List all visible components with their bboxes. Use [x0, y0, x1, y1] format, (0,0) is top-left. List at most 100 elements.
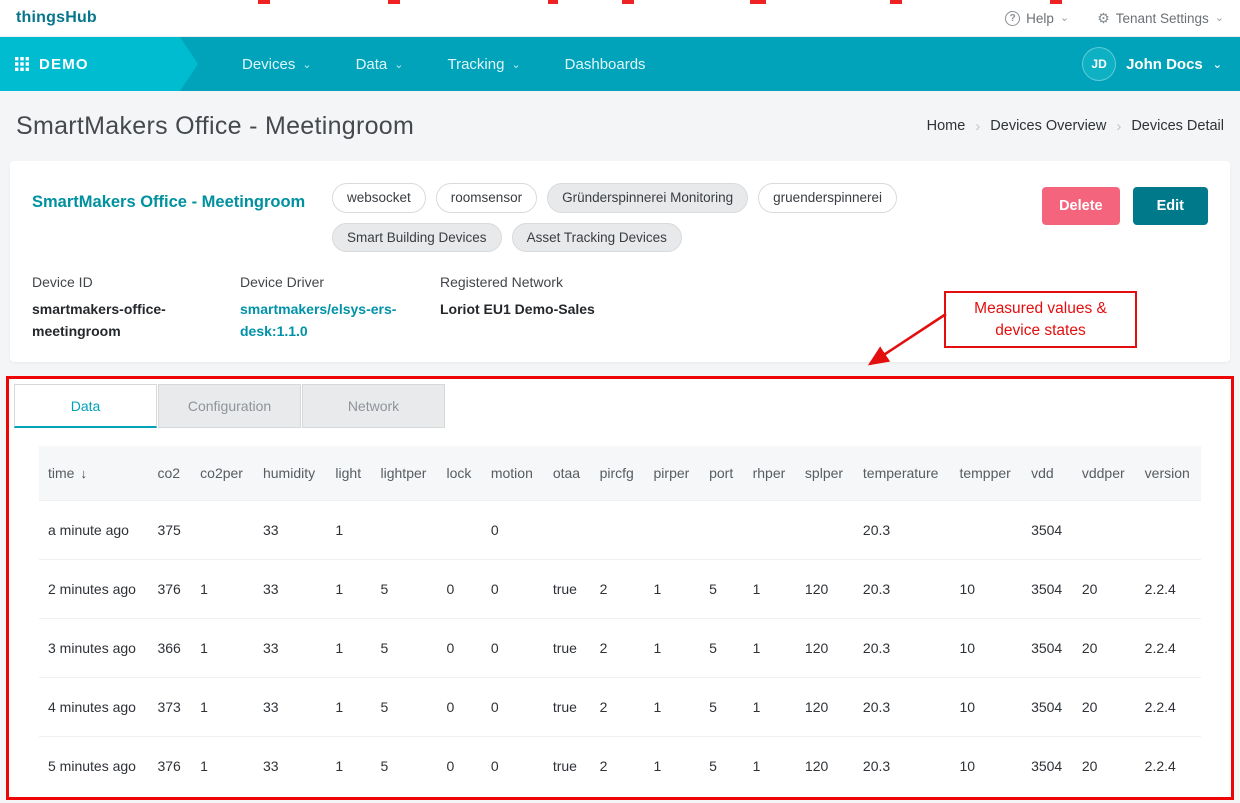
breadcrumb-item[interactable]: Home: [927, 118, 966, 134]
breadcrumb-item[interactable]: Devices Overview: [990, 118, 1106, 134]
device-field: Registered NetworkLoriot EU1 Demo-Sales: [440, 274, 595, 342]
column-header-tempper[interactable]: tempper: [950, 446, 1022, 500]
column-header-light[interactable]: light: [326, 446, 371, 500]
table-cell: 120: [796, 559, 854, 618]
table-cell: true: [544, 618, 591, 677]
device-tag[interactable]: Gründerspinnerei Monitoring: [547, 183, 748, 213]
delete-button[interactable]: Delete: [1042, 187, 1120, 225]
table-cell: [372, 500, 438, 559]
column-header-humidity[interactable]: humidity: [254, 446, 326, 500]
table-cell: 20.3: [854, 677, 951, 736]
table-cell: 3 minutes ago: [39, 618, 148, 677]
table-cell: 0: [438, 618, 482, 677]
column-header-motion[interactable]: motion: [482, 446, 544, 500]
column-header-rhper[interactable]: rhper: [744, 446, 796, 500]
table-cell: 3504: [1022, 736, 1073, 795]
grid-icon: [15, 57, 29, 71]
tenant-settings-menu[interactable]: ⚙ Tenant Settings ⌄: [1097, 11, 1224, 26]
tab-network[interactable]: Network: [302, 384, 445, 428]
device-tag[interactable]: Asset Tracking Devices: [512, 223, 682, 253]
device-driver-link[interactable]: smartmakers/elsys-ers-desk:1.1.0: [240, 299, 418, 342]
table-cell: 5: [372, 618, 438, 677]
sort-desc-icon: ↓: [80, 466, 87, 481]
table-cell: 2.2.4: [1136, 677, 1201, 736]
crop-artifact: [1050, 0, 1062, 4]
annotation-text: Measured values & device states: [958, 298, 1123, 341]
table-cell: 1: [645, 677, 701, 736]
table-cell: 1: [645, 736, 701, 795]
device-tag[interactable]: Smart Building Devices: [332, 223, 502, 253]
help-menu[interactable]: ? Help ⌄: [1005, 11, 1069, 26]
breadcrumb-item[interactable]: Devices Detail: [1131, 118, 1224, 134]
column-header-pirper[interactable]: pirper: [645, 446, 701, 500]
table-row: 2 minutes ago3761331500true215112020.310…: [39, 559, 1201, 618]
nav-item-label: Tracking: [447, 56, 504, 73]
nav-item-tracking[interactable]: Tracking⌄: [447, 56, 520, 73]
help-icon: ?: [1005, 11, 1020, 26]
table-cell: 0: [482, 677, 544, 736]
nav-item-label: Data: [356, 56, 388, 73]
column-header-co2[interactable]: co2: [148, 446, 191, 500]
table-cell: 120: [796, 677, 854, 736]
column-header-time[interactable]: time↓: [39, 446, 148, 500]
column-header-co2per[interactable]: co2per: [191, 446, 254, 500]
top-bar: thingsHub ? Help ⌄ ⚙ Tenant Settings ⌄: [0, 0, 1240, 37]
table-cell: 1: [744, 559, 796, 618]
column-header-pircfg[interactable]: pircfg: [591, 446, 645, 500]
column-header-vdd[interactable]: vdd: [1022, 446, 1073, 500]
table-cell: 1: [191, 677, 254, 736]
nav-item-dashboards[interactable]: Dashboards: [565, 56, 646, 73]
topbar-menus: ? Help ⌄ ⚙ Tenant Settings ⌄: [1005, 11, 1224, 26]
table-cell: 0: [482, 618, 544, 677]
annotation-box: Measured values & device states: [944, 291, 1137, 348]
table-cell: 0: [482, 736, 544, 795]
table-cell: true: [544, 736, 591, 795]
column-header-splper[interactable]: splper: [796, 446, 854, 500]
table-cell: 2: [591, 736, 645, 795]
crop-artifact: [388, 0, 400, 4]
table-cell: 1: [326, 559, 371, 618]
table-cell: [544, 500, 591, 559]
table-cell: 2.2.4: [1136, 559, 1201, 618]
tab-configuration[interactable]: Configuration: [158, 384, 301, 428]
column-header-temperature[interactable]: temperature: [854, 446, 951, 500]
user-name: John Docs: [1126, 56, 1203, 73]
device-tag[interactable]: gruenderspinnerei: [758, 183, 897, 213]
nav-item-data[interactable]: Data ⌄: [356, 56, 404, 73]
table-cell: 33: [254, 677, 326, 736]
table-cell: 375: [148, 500, 191, 559]
chevron-down-icon: ⌄: [394, 58, 403, 71]
column-header-lightper[interactable]: lightper: [372, 446, 438, 500]
column-header-port[interactable]: port: [700, 446, 744, 500]
breadcrumb-separator: ›: [1116, 118, 1121, 135]
user-menu[interactable]: JD John Docs ⌄: [1082, 47, 1222, 81]
column-header-lock[interactable]: lock: [438, 446, 482, 500]
breadcrumb-separator: ›: [975, 118, 980, 135]
tab-data[interactable]: Data: [14, 384, 157, 428]
table-cell: 120: [796, 618, 854, 677]
brand-logo[interactable]: thingsHub: [16, 9, 97, 27]
table-cell: a minute ago: [39, 500, 148, 559]
tenant-switcher[interactable]: DEMO: [0, 37, 198, 91]
table-cell: 20.3: [854, 559, 951, 618]
table-cell: 1: [326, 500, 371, 559]
column-header-otaa[interactable]: otaa: [544, 446, 591, 500]
table-cell: 3504: [1022, 559, 1073, 618]
column-header-vddper[interactable]: vddper: [1073, 446, 1136, 500]
column-header-version[interactable]: version: [1136, 446, 1201, 500]
table-cell: 1: [326, 736, 371, 795]
device-tag[interactable]: roomsensor: [436, 183, 537, 213]
device-tag[interactable]: websocket: [332, 183, 426, 213]
chevron-down-icon: ⌄: [1213, 58, 1222, 71]
avatar: JD: [1082, 47, 1116, 81]
table-cell: 376: [148, 736, 191, 795]
crop-artifact: [750, 0, 766, 4]
table-cell: 20: [1073, 618, 1136, 677]
edit-button[interactable]: Edit: [1133, 187, 1208, 225]
device-card-top: SmartMakers Office - Meetingroom websock…: [32, 179, 1208, 252]
nav-item-devices[interactable]: Devices⌄: [242, 56, 312, 73]
data-panel: DataConfigurationNetwork time↓co2co2perh…: [6, 376, 1234, 800]
table-cell: [796, 500, 854, 559]
table-body: a minute ago375331020.335042 minutes ago…: [39, 500, 1201, 795]
crop-artifact: [890, 0, 902, 4]
